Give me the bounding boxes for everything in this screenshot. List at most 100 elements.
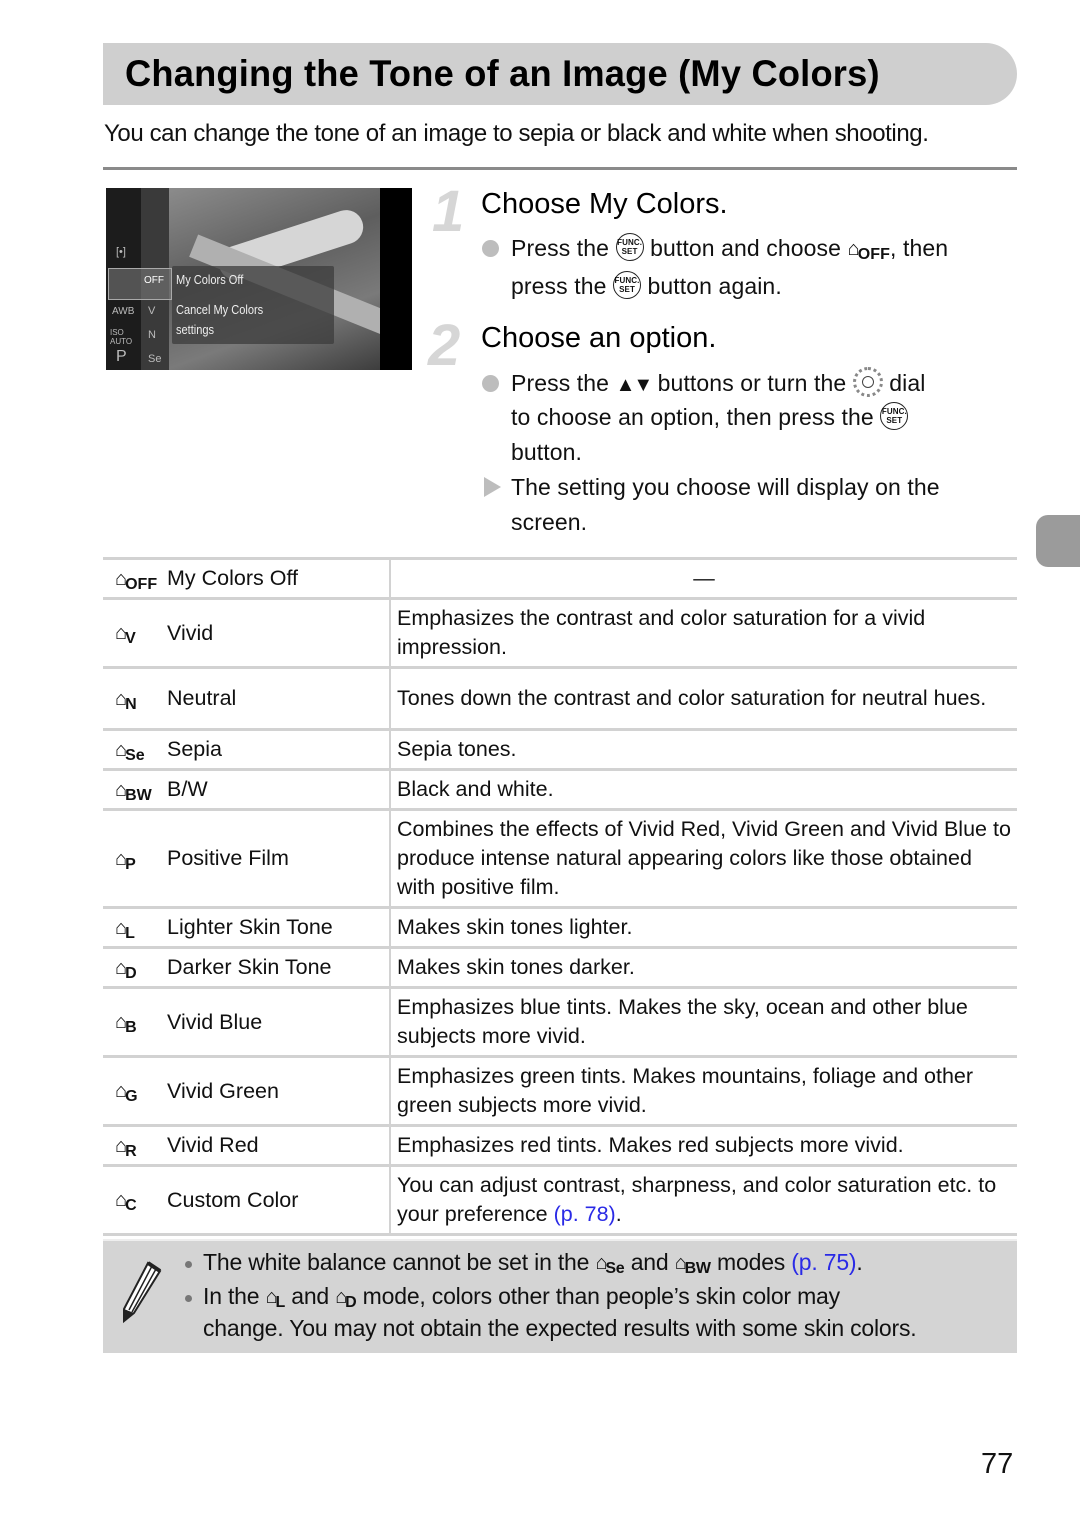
option-description: Emphasizes blue tints. Makes the sky, oc… [390,986,1017,1057]
bullet-dot [482,375,499,392]
my-colors-option-icon: ⌂G [115,1080,138,1106]
option-name: My Colors Off [167,557,391,599]
option-name: Vivid Green [167,1055,391,1126]
my-colors-option-icon: ⌂B [115,1011,137,1037]
my-colors-option-icon: ⌂V [115,622,136,648]
option-description-line1: Cancel My Colors [176,302,264,317]
table-row: ⌂Se Sepia Sepia tones. [103,728,1017,770]
control-dial-icon [852,367,883,397]
option-icon-cell: ⌂BW [103,768,167,810]
text: In the [203,1283,260,1309]
option-description: — [390,557,1017,599]
text: Press the [511,370,610,397]
option-icon-cell: ⌂D [103,946,167,988]
text: and [291,1283,330,1309]
my-colors-option-icon: ⌂N [115,687,137,713]
option-icon-cell: ⌂OFF [103,557,167,599]
program-mode-icon: P [116,348,127,365]
text: press the [511,273,607,299]
option-icon-cell: ⌂B [103,986,167,1057]
result-arrow-icon [484,477,501,497]
option-name: B/W [167,768,391,810]
table-row: ⌂L Lighter Skin Tone Makes skin tones ligh… [103,906,1017,948]
option-icon-cell: ⌂G [103,1055,167,1126]
text: , then [890,235,949,261]
selected-option-label: My Colors Off [176,272,244,287]
my-colors-option-icon: ⌂L [115,916,135,942]
text: dial [889,370,926,397]
mycolors-neutral-icon: N [148,329,156,341]
step-2-result-line-2: screen. [511,509,588,535]
my-colors-option-icon: ⌂BW [115,778,152,804]
my-colors-off-icon: ⌂OFF [847,238,891,264]
page-75-link[interactable]: (p. 75) [791,1249,856,1275]
func-set-button-icon: FUNC. SET [880,401,909,430]
step-2-line-2: to choose an option, then press the FUNC… [511,401,909,433]
option-description: Makes skin tones darker. [390,946,1017,988]
option-description: Black and white. [390,768,1017,810]
mycolors-vivid-icon: V [148,305,156,317]
my-colors-sepia-icon: ⌂Se [595,1252,625,1278]
my-colors-lighter-skin-icon: ⌂L [265,1286,286,1312]
table-row: ⌂N Neutral Tones down the contrast and col… [103,666,1017,730]
table-row: ⌂V Vivid Emphasizes the contrast and color… [103,597,1017,668]
option-name: Positive Film [167,808,391,908]
step-2-line-3: button. [511,439,583,465]
option-name: Vivid [167,597,391,668]
text: You can adjust contrast, sharpness, and … [397,1173,997,1226]
page-title: Changing the Tone of an Image (My Colors… [125,53,880,94]
iso-icon: ISO AUTO [110,328,133,346]
text: . [856,1249,863,1275]
step-2-result-line-1: The setting you choose will display on t… [511,474,940,500]
option-name: Vivid Blue [167,986,391,1057]
option-description: Sepia tones. [390,728,1017,770]
option-name: Sepia [167,728,391,770]
text: Press the [511,235,610,261]
text: button again. [647,273,782,299]
func-set-button-icon: FUNC. SET [615,232,644,261]
text: to choose an option, then press the [511,404,874,430]
note-1: The white balance cannot be set in the ⌂… [203,1249,863,1278]
step-1-line-1: Press the FUNC. SET button and choose ⌂OF… [511,232,949,264]
text: . [615,1202,622,1226]
option-name: Neutral [167,666,391,730]
table-row: ⌂P Positive Film Combines the effects of V… [103,808,1017,908]
option-description-line2: settings [176,322,215,337]
my-colors-darker-skin-icon: ⌂D [335,1286,357,1312]
func-set-button-icon: FUNC. SET [613,270,642,299]
option-description: Emphasizes red tints. Makes red subjects… [390,1124,1017,1166]
option-icon-cell: ⌂R [103,1124,167,1166]
up-down-arrow-icon: ▲▼ [615,374,654,397]
my-colors-option-icon: ⌂Se [115,738,145,764]
option-icon-cell: ⌂C [103,1164,167,1236]
my-colors-bw-icon: ⌂BW [674,1252,711,1278]
option-name: Vivid Red [167,1124,391,1166]
step-number-1: 1 [432,179,465,244]
option-description: Combines the effects of Vivid Red, Vivid… [390,808,1017,908]
text: modes [717,1249,786,1275]
text: and [630,1249,669,1275]
mycolors-sepia-icon: Se [148,353,162,365]
table-row: ⌂R Vivid Red Emphasizes red tints. Makes r… [103,1124,1017,1166]
note-box: The white balance cannot be set in the ⌂… [103,1239,1017,1353]
option-description: Makes skin tones lighter. [390,906,1017,948]
option-description: Emphasizes the contrast and color satura… [390,597,1017,668]
step-2-title: Choose an option. [481,322,717,354]
screen-border [380,188,412,370]
step-1-title: Choose My Colors. [481,188,728,220]
my-colors-option-icon: ⌂P [115,847,136,873]
step-2-line-1: Press the ▲▼ buttons or turn the dial [511,367,926,400]
chapter-tab [1036,515,1080,567]
table-row: ⌂G Vivid Green Emphasizes green tints. Mak… [103,1055,1017,1126]
page-number: 77 [981,1448,1014,1480]
text: mode, colors other than people’s skin co… [362,1283,840,1309]
option-icon-cell: ⌂L [103,906,167,948]
page-78-link[interactable]: (p. 78) [554,1202,616,1226]
step-1-line-2: press the FUNC. SET button again. [511,270,782,302]
my-colors-option-icon: ⌂OFF [115,567,158,593]
my-colors-options-table: ⌂OFF My Colors Off — ⌂V Vivid Emphasizes the … [103,557,1017,1236]
awb-icon: AWB [112,306,135,317]
text: button and choose [650,235,842,261]
table-row: ⌂OFF My Colors Off — [103,557,1017,599]
option-description: Emphasizes green tints. Makes mountains,… [390,1055,1017,1126]
